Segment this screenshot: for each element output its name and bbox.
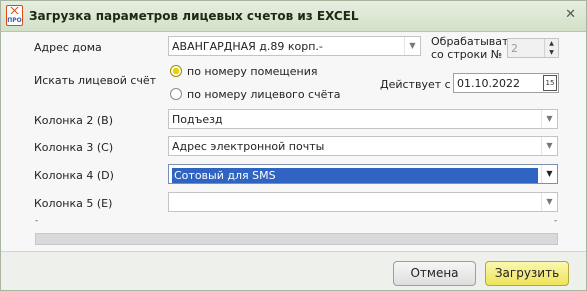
start-row-spinner[interactable]: 2 ▲ ▼ [507,38,559,58]
load-button[interactable]: Загрузить [485,261,569,286]
radio-by-account-label[interactable]: по номеру лицевого счёта [187,88,341,101]
col4-combo[interactable]: Сотовый для SMS ▼ [168,164,558,184]
app-logo-text: ПРО [7,17,22,24]
col5-label: Колонка 5 (E) [34,197,113,210]
chevron-down-icon[interactable]: ▼ [404,37,420,55]
col2-value: Подъезд [172,113,223,126]
effective-date-field[interactable]: 01.10.2022 15 [453,73,559,93]
col2-combo[interactable]: Подъезд ▼ [168,109,558,129]
radio-by-room[interactable] [170,65,182,77]
spin-down-icon[interactable]: ▼ [545,48,558,57]
progress-right-mark: - [554,216,558,226]
spin-up-icon[interactable]: ▲ [545,39,558,48]
progress-bar [35,233,558,245]
start-row-label-line2: со строки № [431,48,503,61]
form-panel: Адрес дома АВАНГАРДНАЯ д.89 корп.- ▼ Обр… [1,33,586,251]
chevron-down-icon[interactable]: ▼ [541,137,557,155]
address-label: Адрес дома [34,41,102,54]
chevron-down-icon[interactable]: ▼ [541,110,557,128]
effective-date-value: 01.10.2022 [457,77,520,90]
radio-by-account[interactable] [170,88,182,100]
app-logo-icon: ПРО [6,5,23,26]
col2-label: Колонка 2 (B) [34,114,113,127]
title-bar[interactable]: ПРО Загрузка параметров лицевых счетов и… [1,1,586,32]
window-title: Загрузка параметров лицевых счетов из EX… [29,9,359,23]
col3-value: Адрес электронной почты [172,140,325,153]
address-combo[interactable]: АВАНГАРДНАЯ д.89 корп.- ▼ [168,36,421,56]
start-row-label: Обрабатывать со строки № [431,35,515,61]
col4-value: Сотовый для SMS [172,168,538,183]
col3-label: Колонка 3 (C) [34,141,114,154]
search-label: Искать лицевой счёт [34,74,157,87]
chevron-down-icon[interactable]: ▼ [541,165,557,183]
col4-label: Колонка 4 (D) [34,169,114,182]
radio-by-room-label[interactable]: по номеру помещения [187,65,317,78]
start-row-label-line1: Обрабатывать [431,35,515,48]
chevron-down-icon[interactable]: ▼ [541,193,557,211]
effective-label: Действует с [380,78,451,91]
col5-combo[interactable]: ▼ [168,192,558,212]
col3-combo[interactable]: Адрес электронной почты ▼ [168,136,558,156]
progress-left-mark: - [35,216,39,226]
cancel-button[interactable]: Отмена [393,261,476,286]
close-icon[interactable]: ✕ [565,7,576,22]
address-value: АВАНГАРДНАЯ д.89 корп.- [172,40,323,53]
dialog-window: ПРО Загрузка параметров лицевых счетов и… [0,0,587,291]
calendar-icon[interactable]: 15 [543,75,557,91]
start-row-value: 2 [511,42,518,55]
